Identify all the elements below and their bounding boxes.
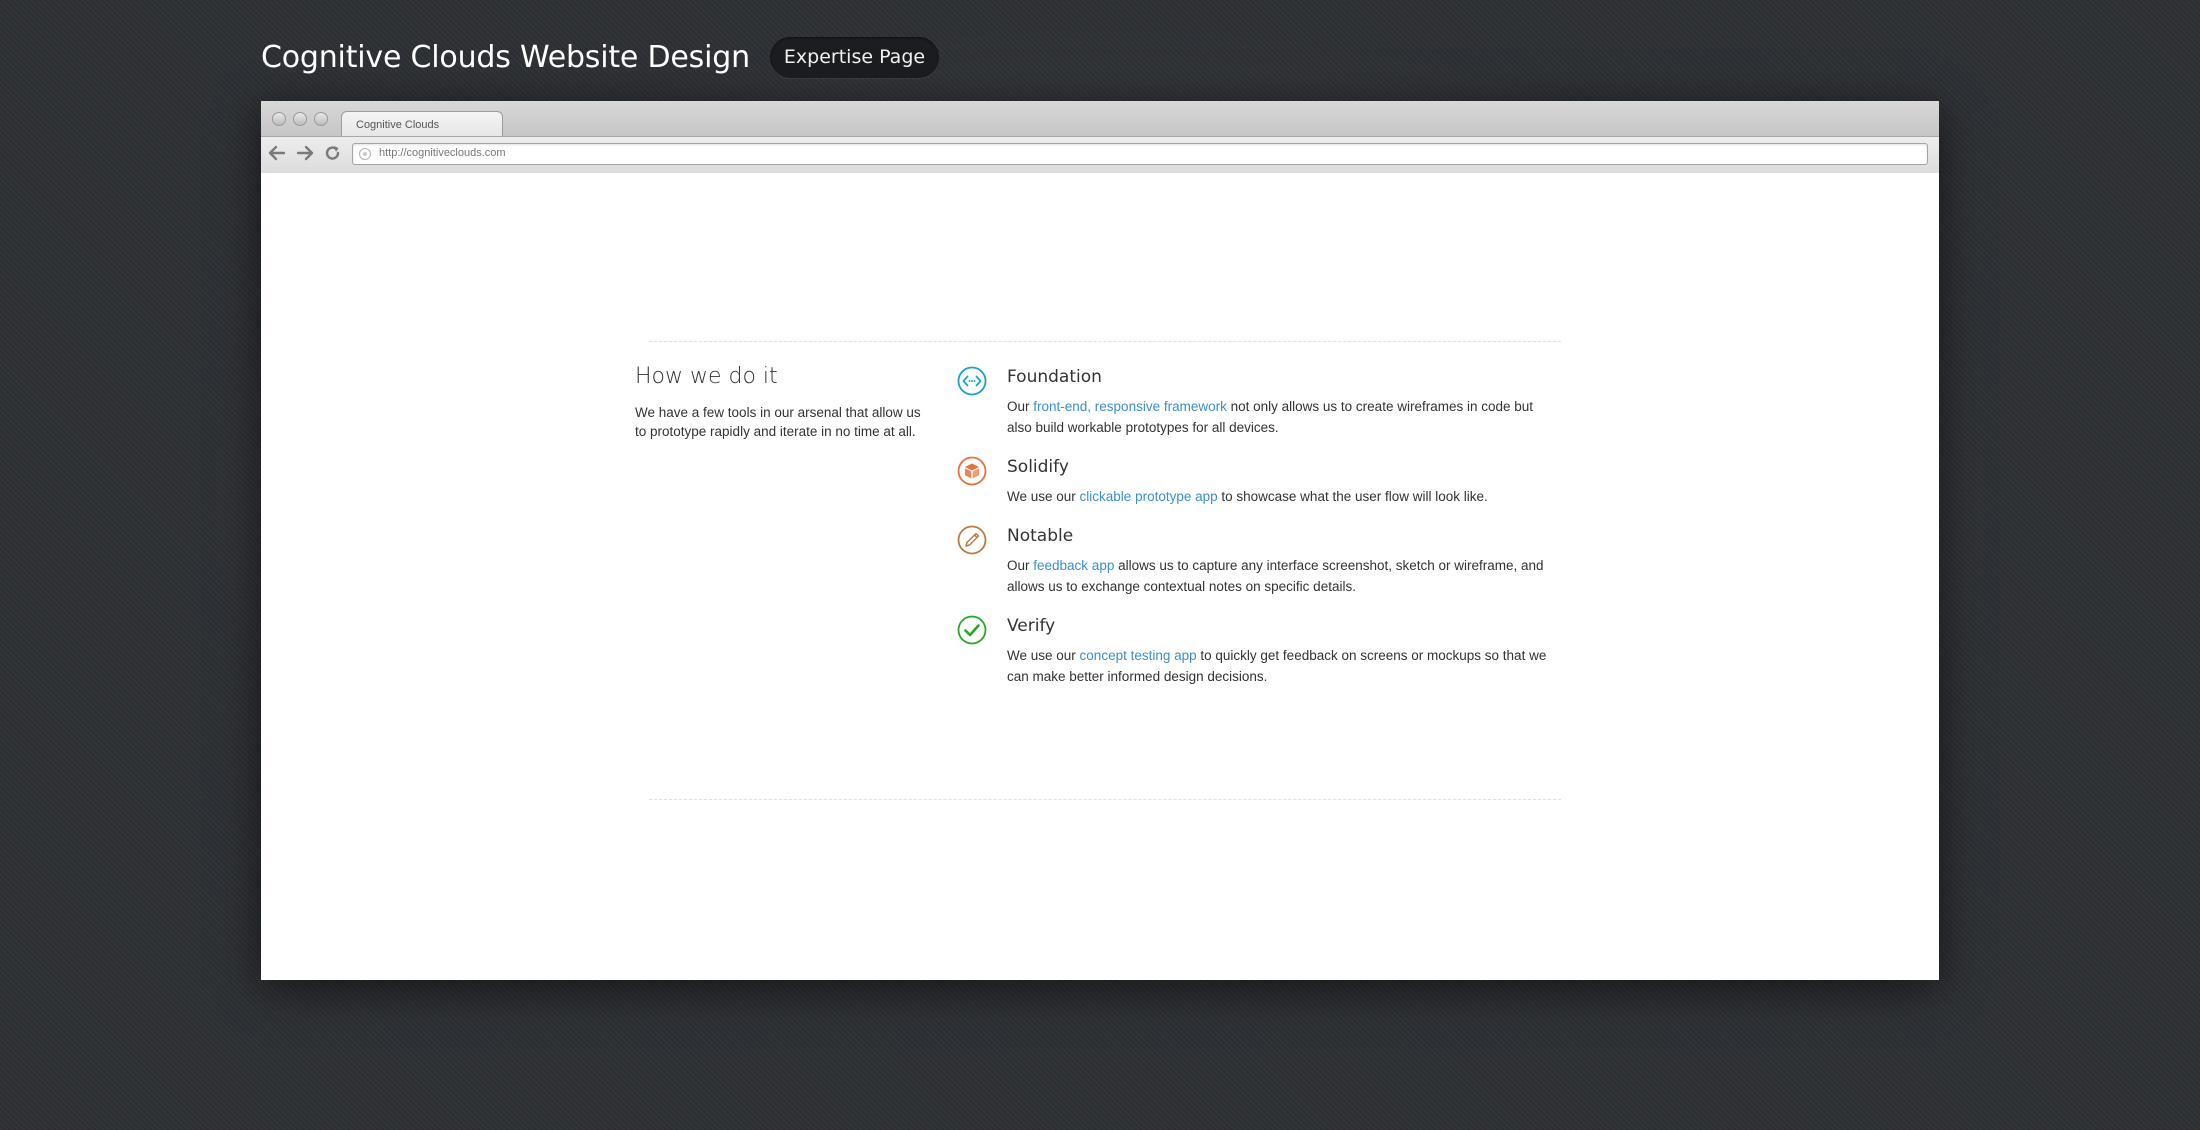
- globe-icon: [359, 148, 371, 160]
- maximize-window-button[interactable]: [314, 112, 328, 126]
- feature-solidify: Solidify We use our clickable prototype …: [957, 456, 1557, 507]
- feature-description-text: to showcase what the user flow will look…: [1217, 489, 1488, 504]
- browser-window: Cognitive Clouds http://cognitiveclouds.…: [261, 101, 1939, 980]
- page-viewport: How we do it We have a few tools in our …: [261, 173, 1939, 980]
- url-bar[interactable]: http://cognitiveclouds.com: [352, 143, 1928, 165]
- framework-link[interactable]: front-end, responsive framework: [1033, 399, 1227, 414]
- back-arrow-icon[interactable]: [266, 145, 288, 165]
- feature-description: We use our concept testing app to quickl…: [1007, 645, 1557, 687]
- code-icon: [957, 366, 987, 396]
- top-divider: [649, 341, 1561, 342]
- forward-arrow-icon[interactable]: [294, 145, 316, 165]
- feature-description-text: Our: [1007, 558, 1034, 573]
- page-header: Cognitive Clouds Website Design Expertis…: [261, 36, 940, 78]
- feature-description-text: Our: [1007, 399, 1034, 414]
- feature-description-text: We use our: [1007, 489, 1080, 504]
- prototype-app-link[interactable]: clickable prototype app: [1080, 489, 1218, 504]
- browser-chrome: Cognitive Clouds http://cognitiveclouds.…: [261, 101, 1939, 173]
- feature-description: We use our clickable prototype app to sh…: [1007, 486, 1557, 507]
- feature-foundation: Foundation Our front-end, responsive fra…: [957, 366, 1557, 438]
- feature-verify: Verify We use our concept testing app to…: [957, 615, 1557, 687]
- pencil-icon: [957, 525, 987, 555]
- page-badge: Expertise Page: [769, 36, 940, 78]
- url-text: http://cognitiveclouds.com: [379, 147, 506, 159]
- concept-testing-link[interactable]: concept testing app: [1080, 648, 1197, 663]
- page-title: Cognitive Clouds Website Design: [261, 39, 750, 75]
- checkmark-icon: [957, 615, 987, 645]
- feature-notable: Notable Our feedback app allows us to ca…: [957, 525, 1557, 597]
- feature-description-text: We use our: [1007, 648, 1080, 663]
- features-list: Foundation Our front-end, responsive fra…: [957, 366, 1557, 706]
- feature-description: Our front-end, responsive framework not …: [1007, 396, 1557, 438]
- close-window-button[interactable]: [272, 112, 286, 126]
- intro-heading: How we do it: [635, 364, 778, 389]
- reload-icon[interactable]: [322, 145, 344, 165]
- feature-title: Solidify: [1007, 457, 1069, 477]
- feature-description: Our feedback app allows us to capture an…: [1007, 555, 1557, 597]
- intro-text: We have a few tools in our arsenal that …: [635, 405, 921, 439]
- minimize-window-button[interactable]: [293, 112, 307, 126]
- tab-strip: Cognitive Clouds: [261, 101, 1939, 138]
- browser-tab-title: Cognitive Clouds: [356, 119, 440, 131]
- feature-title: Notable: [1007, 526, 1074, 546]
- feedback-app-link[interactable]: feedback app: [1033, 558, 1114, 573]
- navigation-bar: http://cognitiveclouds.com: [261, 136, 1939, 173]
- feature-title: Foundation: [1007, 367, 1102, 387]
- box-icon: [957, 456, 987, 486]
- feature-title: Verify: [1007, 616, 1056, 636]
- bottom-divider: [649, 799, 1561, 800]
